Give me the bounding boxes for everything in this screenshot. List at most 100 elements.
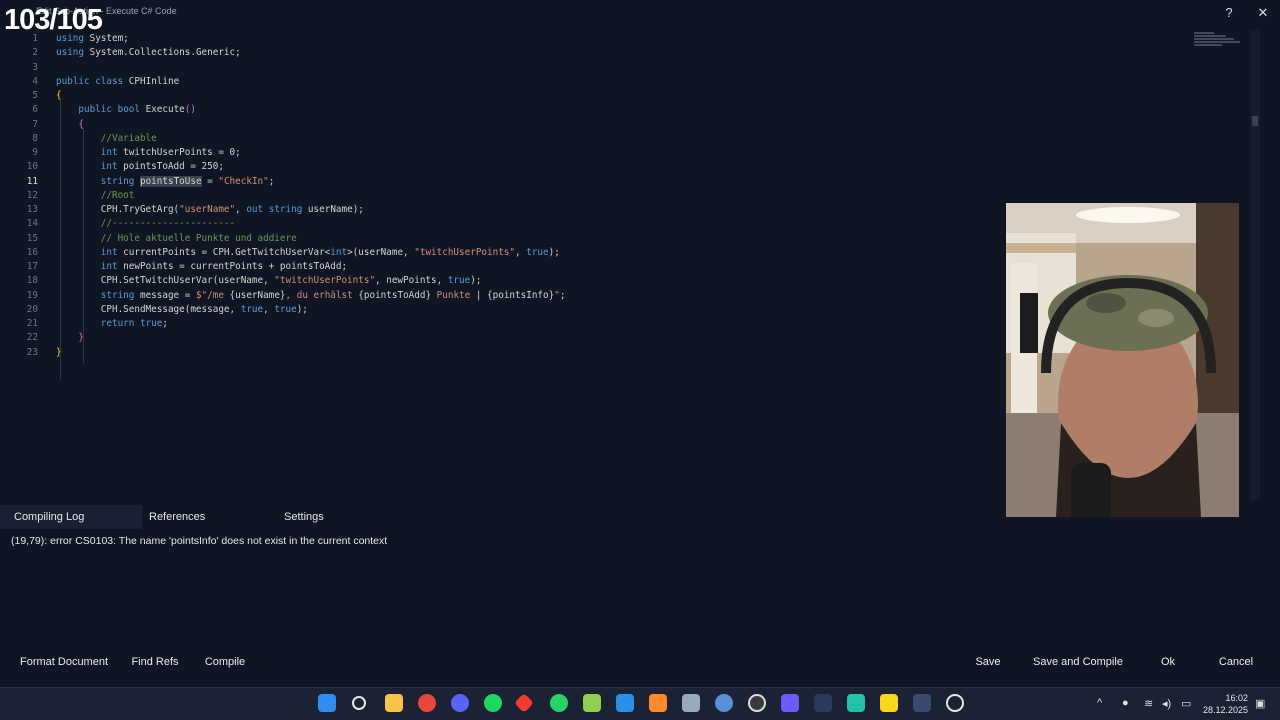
save-and-compile-button[interactable]: Save and Compile xyxy=(1028,650,1128,674)
line-number: 8 xyxy=(32,132,38,144)
code-line[interactable]: 11 string pointsToUse = "CheckIn"; xyxy=(0,175,1200,189)
code-text[interactable]: return true; xyxy=(56,317,168,331)
wifi-icon[interactable]: ≋ xyxy=(1144,697,1153,710)
find-refs-button[interactable]: Find Refs xyxy=(124,650,186,674)
code-text[interactable]: CPH.SetTwitchUserVar(userName, "twitchUs… xyxy=(56,274,482,288)
line-number: 23 xyxy=(26,346,38,358)
line-number: 19 xyxy=(26,289,38,301)
help-button[interactable]: ? xyxy=(1220,4,1238,22)
clock-time: 16:02 xyxy=(1225,693,1248,703)
code-text[interactable]: //Variable xyxy=(56,132,157,146)
line-number: 21 xyxy=(26,318,38,329)
format-document-button[interactable]: Format Document xyxy=(10,650,118,674)
line-number: 17 xyxy=(26,261,38,272)
battery-icon[interactable]: ▭ xyxy=(1181,697,1191,710)
code-line[interactable]: 6 public bool Execute() xyxy=(0,103,1200,117)
windows-start-icon[interactable] xyxy=(318,694,336,712)
code-line[interactable]: 5{ xyxy=(0,89,1200,103)
spotify-icon[interactable] xyxy=(484,694,502,712)
line-number: 18 xyxy=(26,275,38,287)
code-text[interactable]: CPH.TryGetArg("userName", out string use… xyxy=(56,203,364,217)
vertical-scrollbar[interactable] xyxy=(1250,30,1260,500)
code-text[interactable]: using System.Collections.Generic; xyxy=(56,46,241,60)
code-text[interactable]: } xyxy=(56,331,84,345)
git-icon[interactable] xyxy=(514,693,534,713)
game-bar-icon[interactable] xyxy=(913,694,931,712)
discord-icon[interactable] xyxy=(451,694,469,712)
code-text[interactable]: using System; xyxy=(56,32,129,46)
code-text[interactable]: int pointsToAdd = 250; xyxy=(56,160,224,174)
chatgpt-icon[interactable] xyxy=(946,694,964,712)
line-number: 14 xyxy=(26,218,38,230)
code-line[interactable]: 7 { xyxy=(0,118,1200,132)
notification-icon[interactable]: ▣ xyxy=(1255,697,1265,710)
obs-icon[interactable] xyxy=(748,694,766,712)
line-number: 6 xyxy=(32,104,38,116)
line-number: 7 xyxy=(32,118,38,130)
code-line[interactable]: 10 int pointsToAdd = 250; xyxy=(0,160,1200,174)
code-text[interactable]: int twitchUserPoints = 0; xyxy=(56,146,241,160)
code-line[interactable]: 2 using System.Collections.Generic; xyxy=(0,46,1200,60)
code-text[interactable]: string message = $"/me {userName}, du er… xyxy=(56,289,566,303)
whatsapp-icon[interactable] xyxy=(550,694,568,712)
browser-icon[interactable] xyxy=(715,694,733,712)
line-number: 9 xyxy=(32,147,38,158)
taskbar: ^ ● ≋ ◂) ▭ 16:02 28.12.2025 ▣ xyxy=(0,687,1280,720)
code-text[interactable]: // Hole aktuelle Punkte und addiere xyxy=(56,232,297,246)
microphone-icon[interactable]: ● xyxy=(1122,697,1129,709)
code-line[interactable]: 1 using System; xyxy=(0,32,1200,46)
code-text[interactable]: int newPoints = currentPoints + pointsTo… xyxy=(56,260,347,274)
code-text[interactable]: int currentPoints = CPH.GetTwitchUserVar… xyxy=(56,246,560,260)
chevron-up-icon[interactable]: ^ xyxy=(1097,697,1102,709)
code-text[interactable]: string pointsToUse = "CheckIn"; xyxy=(56,175,274,189)
line-number: 11 xyxy=(26,175,38,187)
code-line[interactable]: 9 int twitchUserPoints = 0; xyxy=(0,146,1200,160)
code-line[interactable]: 3 xyxy=(0,61,1200,75)
line-number: 16 xyxy=(26,246,38,258)
search-icon[interactable] xyxy=(352,696,366,710)
save-button[interactable]: Save xyxy=(964,650,1012,674)
code-text[interactable]: //---------------------- xyxy=(56,217,235,231)
line-number: 3 xyxy=(32,61,38,73)
line-number: 13 xyxy=(26,204,38,215)
scroll-thumb[interactable] xyxy=(1252,116,1258,126)
code-text[interactable]: //Root xyxy=(56,189,135,203)
code-text[interactable]: public class CPHInline xyxy=(56,75,179,89)
code-text[interactable]: CPH.SendMessage(message, true, true); xyxy=(56,303,308,317)
line-number: 20 xyxy=(26,303,38,315)
webcam-image xyxy=(1006,203,1239,517)
code-text[interactable]: } xyxy=(56,346,62,360)
volume-icon[interactable]: ◂) xyxy=(1162,697,1171,710)
code-text[interactable]: { xyxy=(56,89,62,103)
cancel-button[interactable]: Cancel xyxy=(1208,650,1264,674)
line-number: 12 xyxy=(26,189,38,201)
line-number: 10 xyxy=(26,161,38,173)
compile-button[interactable]: Compile xyxy=(196,650,254,674)
line-number: 2 xyxy=(32,47,38,59)
panel-tabs: Compiling Log References Settings xyxy=(0,505,1000,529)
app-icon[interactable] xyxy=(583,694,601,712)
code-line[interactable]: 4 public class CPHInline xyxy=(0,75,1200,89)
ok-button[interactable]: Ok xyxy=(1148,650,1188,674)
line-number: 15 xyxy=(26,232,38,244)
streamer-bot-icon[interactable] xyxy=(781,694,799,712)
minimap[interactable] xyxy=(1194,32,1240,54)
sticky-notes-icon[interactable] xyxy=(880,694,898,712)
clock[interactable]: 16:02 28.12.2025 xyxy=(1203,692,1248,716)
audio-app-icon[interactable] xyxy=(814,694,832,712)
tab-references[interactable]: References xyxy=(135,505,271,529)
code-text[interactable]: { xyxy=(56,118,84,132)
code-line[interactable]: 8 //Variable xyxy=(0,132,1200,146)
tab-compiling-log[interactable]: Compiling Log xyxy=(0,505,142,529)
file-explorer-icon[interactable] xyxy=(385,694,403,712)
affinity-icon[interactable] xyxy=(649,694,667,712)
app-window: Edit Sub-Action - Execute C# Code 103/10… xyxy=(0,0,1280,720)
app-icon[interactable] xyxy=(847,694,865,712)
code-line[interactable]: 12 //Root xyxy=(0,189,1200,203)
steam-icon[interactable] xyxy=(682,694,700,712)
code-text[interactable]: public bool Execute() xyxy=(56,103,196,117)
chrome-icon[interactable] xyxy=(418,694,436,712)
vscode-icon[interactable] xyxy=(616,694,634,712)
close-button[interactable]: ✕ xyxy=(1254,4,1272,22)
tab-settings[interactable]: Settings xyxy=(270,505,406,529)
